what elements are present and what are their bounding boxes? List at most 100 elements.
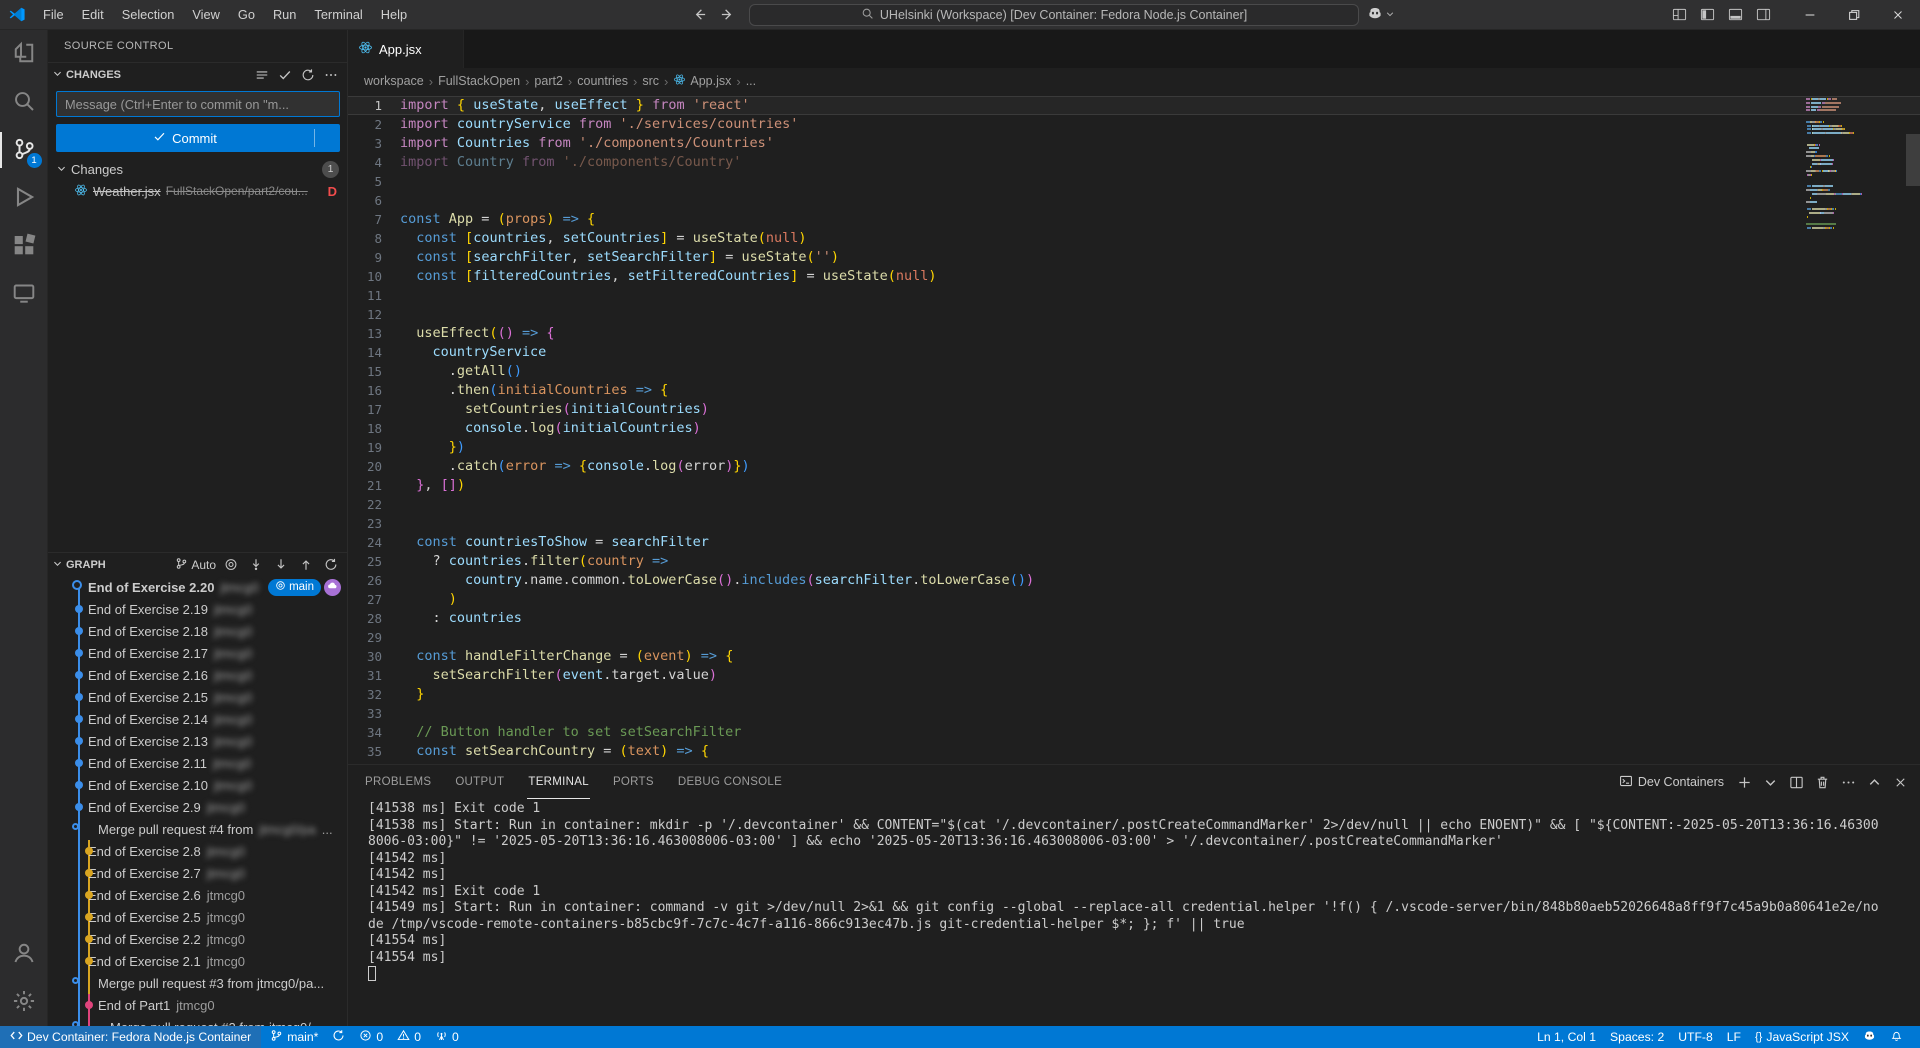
chevron-up-icon[interactable] bbox=[1862, 770, 1886, 794]
view-list-icon[interactable] bbox=[251, 64, 272, 85]
menu-file[interactable]: File bbox=[34, 0, 73, 30]
status-notifications[interactable] bbox=[1883, 1026, 1910, 1048]
status-branch[interactable]: main* bbox=[263, 1026, 325, 1048]
plus-icon[interactable] bbox=[1732, 770, 1756, 794]
breadcrumb-item[interactable]: FullStackOpen bbox=[438, 74, 520, 88]
activity-source-control[interactable]: 1 bbox=[0, 126, 48, 174]
branch-badge-main[interactable]: main bbox=[268, 579, 321, 596]
code-line[interactable]: 16 .then(initialCountries => { bbox=[348, 381, 1920, 400]
activity-explorer[interactable] bbox=[0, 30, 48, 78]
code-line[interactable]: 14 countryService bbox=[348, 343, 1920, 362]
toggle-panel-icon[interactable] bbox=[1722, 2, 1750, 28]
code-line[interactable]: 17 setCountries(initialCountries) bbox=[348, 400, 1920, 419]
more-actions-icon[interactable] bbox=[1884, 36, 1912, 62]
commit-row[interactable]: Merge pull request #3 from jtmcg0/pa... bbox=[48, 972, 347, 994]
code-line[interactable]: 23 bbox=[348, 514, 1920, 533]
code-line[interactable]: 15 .getAll() bbox=[348, 362, 1920, 381]
terminal-profile[interactable]: Dev Containers bbox=[1619, 774, 1724, 791]
panel-tab-terminal[interactable]: TERMINAL bbox=[527, 765, 590, 799]
commit-row[interactable]: End of Exercise 2.5jtmcg0 bbox=[48, 906, 347, 928]
target-icon[interactable] bbox=[220, 554, 241, 575]
menu-help[interactable]: Help bbox=[372, 0, 416, 30]
fetch-icon[interactable] bbox=[245, 554, 266, 575]
commit-row[interactable]: End of Exercise 2.16jtmcg0 bbox=[48, 664, 347, 686]
check-icon[interactable] bbox=[274, 64, 295, 85]
code-line[interactable]: 6 bbox=[348, 191, 1920, 210]
code-line[interactable]: 22 bbox=[348, 495, 1920, 514]
code-line[interactable]: 25 ? countries.filter(country => bbox=[348, 552, 1920, 571]
customize-layout-icon[interactable] bbox=[1666, 2, 1694, 28]
nav-forward-icon[interactable] bbox=[715, 3, 739, 27]
editor-scrollbar[interactable] bbox=[1906, 134, 1920, 186]
breadcrumb-item[interactable]: App.jsx bbox=[673, 73, 731, 89]
refresh-icon[interactable] bbox=[320, 554, 341, 575]
push-icon[interactable] bbox=[295, 554, 316, 575]
status-sync[interactable] bbox=[325, 1026, 352, 1048]
commit-row[interactable]: Merge pull request #4 fromjtmcg0/pa... bbox=[48, 818, 347, 840]
changes-tree-header[interactable]: Changes 1 bbox=[48, 158, 347, 180]
menu-view[interactable]: View bbox=[183, 0, 229, 30]
panel-tab-problems[interactable]: PROBLEMS bbox=[364, 765, 432, 799]
code-line[interactable]: 32 } bbox=[348, 685, 1920, 704]
code-line[interactable]: 3import Countries from './components/Cou… bbox=[348, 134, 1920, 153]
commit-row[interactable]: End of Exercise 2.14jtmcg0 bbox=[48, 708, 347, 730]
code-line[interactable]: 30 const handleFilterChange = (event) =>… bbox=[348, 647, 1920, 666]
code-line[interactable]: 35 const setSearchCountry = (text) => { bbox=[348, 742, 1920, 761]
code-line[interactable]: 19 }) bbox=[348, 438, 1920, 457]
activity-extensions[interactable] bbox=[0, 222, 48, 270]
commit-row[interactable]: End of Exercise 2.17jtmcg0 bbox=[48, 642, 347, 664]
commit-row[interactable]: End of Exercise 2.10jtmcg0 bbox=[48, 774, 347, 796]
menu-go[interactable]: Go bbox=[229, 0, 264, 30]
code-line[interactable]: 33 bbox=[348, 704, 1920, 723]
command-center-search[interactable]: UHelsinki (Workspace) [Dev Container: Fe… bbox=[749, 4, 1359, 26]
commit-row[interactable]: End of Exercise 2.18jtmcg0 bbox=[48, 620, 347, 642]
more-icon[interactable] bbox=[1836, 770, 1860, 794]
code-line[interactable]: 28 : countries bbox=[348, 609, 1920, 628]
code-line[interactable]: 13 useEffect(() => { bbox=[348, 324, 1920, 343]
changed-file-row[interactable]: Weather.jsx FullStackOpen/part2/cou... D bbox=[48, 180, 347, 202]
status-indentation[interactable]: Spaces: 2 bbox=[1603, 1026, 1671, 1048]
code-editor[interactable]: 1import { useState, useEffect } from 're… bbox=[348, 94, 1920, 764]
status-cursor-position[interactable]: Ln 1, Col 1 bbox=[1530, 1026, 1603, 1048]
code-line[interactable]: 18 console.log(initialCountries) bbox=[348, 419, 1920, 438]
more-actions-icon[interactable] bbox=[311, 33, 339, 59]
more-icon[interactable] bbox=[320, 64, 341, 85]
code-line[interactable]: 24 const countriesToShow = searchFilter bbox=[348, 533, 1920, 552]
code-line[interactable]: 7const App = (props) => { bbox=[348, 210, 1920, 229]
activity-run-debug[interactable] bbox=[0, 174, 48, 222]
copilot-menu[interactable] bbox=[1367, 5, 1395, 24]
commit-row[interactable]: End of Exercise 2.2jtmcg0 bbox=[48, 928, 347, 950]
code-line[interactable]: 29 bbox=[348, 628, 1920, 647]
panel-tab-ports[interactable]: PORTS bbox=[612, 765, 655, 799]
commit-row[interactable]: End of Exercise 2.8jtmcg0 bbox=[48, 840, 347, 862]
status-copilot-status[interactable] bbox=[1856, 1026, 1883, 1048]
code-line[interactable]: 31 setSearchFilter(event.target.value) bbox=[348, 666, 1920, 685]
activity-search[interactable] bbox=[0, 78, 48, 126]
status-encoding[interactable]: UTF-8 bbox=[1671, 1026, 1720, 1048]
status-remote-indicator[interactable]: Dev Container: Fedora Node.js Container bbox=[0, 1026, 261, 1048]
code-line[interactable]: 27 ) bbox=[348, 590, 1920, 609]
code-line[interactable]: 34 // Button handler to set setSearchFil… bbox=[348, 723, 1920, 742]
breadcrumb-item[interactable]: src bbox=[642, 74, 659, 88]
breadcrumb-item[interactable]: workspace bbox=[364, 74, 424, 88]
tab-app-jsx[interactable]: App.jsx bbox=[348, 30, 464, 68]
menu-edit[interactable]: Edit bbox=[73, 0, 113, 30]
tab-close-icon[interactable] bbox=[437, 40, 455, 58]
refresh-icon[interactable] bbox=[297, 64, 318, 85]
commit-row[interactable]: End of Exercise 2.15jtmcg0 bbox=[48, 686, 347, 708]
commit-row[interactable]: Merge pull request #2 from jtmcg0/... bbox=[48, 1016, 347, 1026]
commit-button[interactable]: Commit bbox=[56, 124, 340, 152]
commit-dropdown-icon[interactable] bbox=[314, 129, 340, 147]
chevron-down-icon[interactable] bbox=[1758, 770, 1782, 794]
code-line[interactable]: 11 bbox=[348, 286, 1920, 305]
menu-run[interactable]: Run bbox=[264, 0, 305, 30]
breadcrumb-item[interactable]: countries bbox=[577, 74, 628, 88]
trash-icon[interactable] bbox=[1810, 770, 1834, 794]
breadcrumb-item[interactable]: ... bbox=[746, 74, 756, 88]
changes-section-header[interactable]: CHANGES bbox=[48, 62, 347, 86]
menu-terminal[interactable]: Terminal bbox=[305, 0, 371, 30]
activity-settings[interactable] bbox=[0, 978, 48, 1026]
code-line[interactable]: 5 bbox=[348, 172, 1920, 191]
code-line[interactable]: 4import Country from './components/Count… bbox=[348, 153, 1920, 172]
commit-row[interactable]: End of Exercise 2.11jtmcg0 bbox=[48, 752, 347, 774]
